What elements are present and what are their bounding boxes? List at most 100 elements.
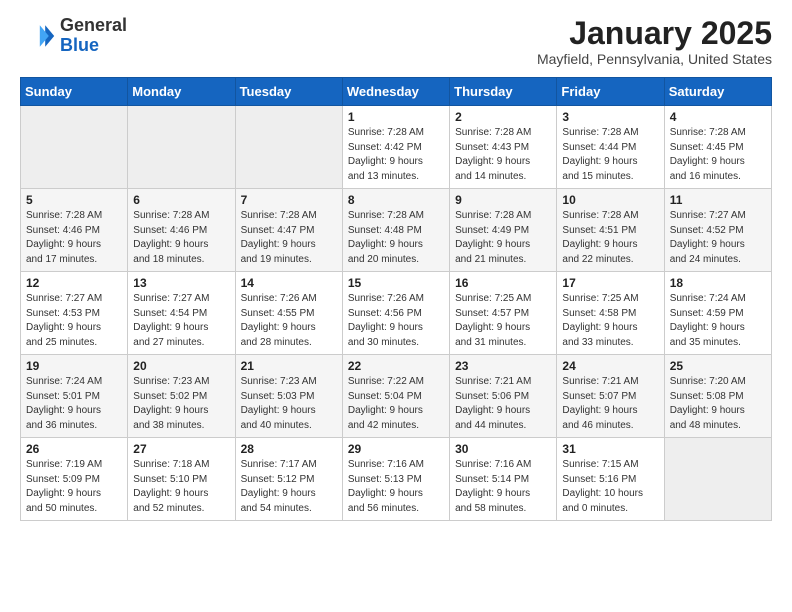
day-number: 9 — [455, 193, 551, 207]
daylight-text-2: and 44 minutes. — [455, 420, 526, 431]
daylight-text: Daylight: 9 hours — [26, 322, 101, 333]
day-info: Sunrise: 7:20 AMSunset: 5:08 PMDaylight:… — [670, 375, 766, 433]
day-number: 25 — [670, 359, 766, 373]
sunrise-text: Sunrise: 7:28 AM — [562, 210, 638, 221]
day-number: 29 — [348, 442, 444, 456]
daylight-text-2: and 30 minutes. — [348, 337, 419, 348]
sunset-text: Sunset: 5:02 PM — [133, 391, 207, 402]
table-row: 3 Sunrise: 7:28 AM Sunset: 4:44 PM Daylight… — [557, 106, 664, 189]
table-row: 15Sunrise: 7:26 AMSunset: 4:56 PMDayligh… — [342, 272, 449, 355]
day-info: Sunrise: 7:28 AMSunset: 4:45 PMDaylight:… — [670, 126, 766, 184]
table-row: 18Sunrise: 7:24 AMSunset: 4:59 PMDayligh… — [664, 272, 771, 355]
daylight-text-2: and 38 minutes. — [133, 420, 204, 431]
col-monday: Monday — [128, 78, 235, 106]
sunset-text: Sunset: 4:56 PM — [348, 308, 422, 319]
month-title: January 2025 — [537, 16, 772, 51]
sunrise-text: Sunrise: 7:19 AM — [26, 459, 102, 470]
sunrise-text: Sunrise: 7:27 AM — [670, 210, 746, 221]
daylight-text-2: and 24 minutes. — [670, 254, 741, 265]
day-info: Sunrise: 7:25 AMSunset: 4:58 PMDaylight:… — [562, 292, 658, 350]
table-row: 31 Sunrise: 7:15 AMSunset: 5:16 PMDayligh… — [557, 438, 664, 521]
sunset-text: Sunset: 4:57 PM — [455, 308, 529, 319]
sunset-text: Sunset: 5:03 PM — [241, 391, 315, 402]
table-row: 1Sunrise: 7:28 AMSunset: 4:42 PMDaylight… — [342, 106, 449, 189]
daylight-text-2: and 50 minutes. — [26, 503, 97, 514]
day-number: 15 — [348, 276, 444, 290]
logo-icon — [20, 18, 56, 54]
daylight-text-2: and 16 minutes. — [670, 171, 741, 182]
sunset-text: Sunset: 4:58 PM — [562, 308, 636, 319]
table-row: 25 Sunrise: 7:20 AMSunset: 5:08 PMDayligh… — [664, 355, 771, 438]
logo-text: General Blue — [60, 16, 127, 56]
day-info: Sunrise: 7:28 AMSunset: 4:48 PMDaylight:… — [348, 209, 444, 267]
sunrise-text: Sunrise: 7:21 AM — [455, 376, 531, 387]
table-row: 5Sunrise: 7:28 AMSunset: 4:46 PMDaylight… — [21, 189, 128, 272]
table-row: 14Sunrise: 7:26 AMSunset: 4:55 PMDayligh… — [235, 272, 342, 355]
table-row: 11Sunrise: 7:27 AMSunset: 4:52 PMDayligh… — [664, 189, 771, 272]
daylight-text-2: and 14 minutes. — [455, 171, 526, 182]
sunrise-text: Sunrise: 7:16 AM — [455, 459, 531, 470]
daylight-text-2: and 18 minutes. — [133, 254, 204, 265]
day-info: Sunrise: 7:15 AMSunset: 5:16 PMDaylight:… — [562, 458, 658, 516]
sunrise-text: Sunrise: 7:26 AM — [348, 293, 424, 304]
daylight-text-2: and 0 minutes. — [562, 503, 628, 514]
daylight-text-2: and 20 minutes. — [348, 254, 419, 265]
day-number: 27 — [133, 442, 229, 456]
sunrise-text: Sunrise: 7:18 AM — [133, 459, 209, 470]
table-row — [235, 106, 342, 189]
day-info: Sunrise: 7:28 AMSunset: 4:51 PMDaylight:… — [562, 209, 658, 267]
daylight-text-2: and 40 minutes. — [241, 420, 312, 431]
daylight-text: Daylight: 9 hours — [241, 488, 316, 499]
sunrise-text: Sunrise: 7:23 AM — [133, 376, 209, 387]
logo: General Blue — [20, 16, 127, 56]
day-number: 7 — [241, 193, 337, 207]
sunrise-text: Sunrise: 7:28 AM — [133, 210, 209, 221]
table-row: 12Sunrise: 7:27 AMSunset: 4:53 PMDayligh… — [21, 272, 128, 355]
daylight-text: Daylight: 9 hours — [670, 405, 745, 416]
day-number: 23 — [455, 359, 551, 373]
day-info: Sunrise: 7:21 AMSunset: 5:07 PMDaylight:… — [562, 375, 658, 433]
day-number: 22 — [348, 359, 444, 373]
table-row: 4Sunrise: 7:28 AMSunset: 4:45 PMDaylight… — [664, 106, 771, 189]
day-number: 8 — [348, 193, 444, 207]
sunrise-text: Sunrise: 7:28 AM — [562, 127, 638, 138]
table-row — [21, 106, 128, 189]
day-info: Sunrise: 7:23 AMSunset: 5:02 PMDaylight:… — [133, 375, 229, 433]
table-row: 6Sunrise: 7:28 AMSunset: 4:46 PMDaylight… — [128, 189, 235, 272]
day-number: 18 — [670, 276, 766, 290]
daylight-text: Daylight: 9 hours — [133, 239, 208, 250]
daylight-text: Daylight: 9 hours — [241, 239, 316, 250]
sunset-text: Sunset: 5:06 PM — [455, 391, 529, 402]
daylight-text: Daylight: 9 hours — [562, 156, 637, 167]
day-info: Sunrise: 7:28 AMSunset: 4:43 PMDaylight:… — [455, 126, 551, 184]
sunset-text: Sunset: 4:44 PM — [562, 142, 636, 153]
day-number: 3 — [562, 110, 658, 124]
sunset-text: Sunset: 5:07 PM — [562, 391, 636, 402]
daylight-text: Daylight: 9 hours — [670, 239, 745, 250]
table-row: 9Sunrise: 7:28 AMSunset: 4:49 PMDaylight… — [450, 189, 557, 272]
table-row: 16Sunrise: 7:25 AMSunset: 4:57 PMDayligh… — [450, 272, 557, 355]
table-row: 8 Sunrise: 7:28 AMSunset: 4:48 PMDaylight… — [342, 189, 449, 272]
header: General Blue January 2025 Mayfield, Penn… — [20, 16, 772, 67]
sunrise-text: Sunrise: 7:28 AM — [455, 210, 531, 221]
day-number: 19 — [26, 359, 122, 373]
sunset-text: Sunset: 4:59 PM — [670, 308, 744, 319]
day-number: 13 — [133, 276, 229, 290]
daylight-text: Daylight: 9 hours — [670, 322, 745, 333]
day-info: Sunrise: 7:27 AMSunset: 4:53 PMDaylight:… — [26, 292, 122, 350]
sunset-text: Sunset: 4:45 PM — [670, 142, 744, 153]
col-saturday: Saturday — [664, 78, 771, 106]
daylight-text-2: and 48 minutes. — [670, 420, 741, 431]
daylight-text-2: and 35 minutes. — [670, 337, 741, 348]
daylight-text-2: and 52 minutes. — [133, 503, 204, 514]
day-info: Sunrise: 7:28 AMSunset: 4:42 PMDaylight:… — [348, 126, 444, 184]
day-number: 2 — [455, 110, 551, 124]
day-number: 20 — [133, 359, 229, 373]
day-number: 31 — [562, 442, 658, 456]
table-row: 13Sunrise: 7:27 AMSunset: 4:54 PMDayligh… — [128, 272, 235, 355]
sunset-text: Sunset: 5:14 PM — [455, 474, 529, 485]
calendar-header-row: Sunday Monday Tuesday Wednesday Thursday… — [21, 78, 772, 106]
table-row: 2 Sunrise: 7:28 AMSunset: 4:43 PMDaylight… — [450, 106, 557, 189]
daylight-text-2: and 19 minutes. — [241, 254, 312, 265]
day-info: Sunrise: 7:26 AMSunset: 4:55 PMDaylight:… — [241, 292, 337, 350]
